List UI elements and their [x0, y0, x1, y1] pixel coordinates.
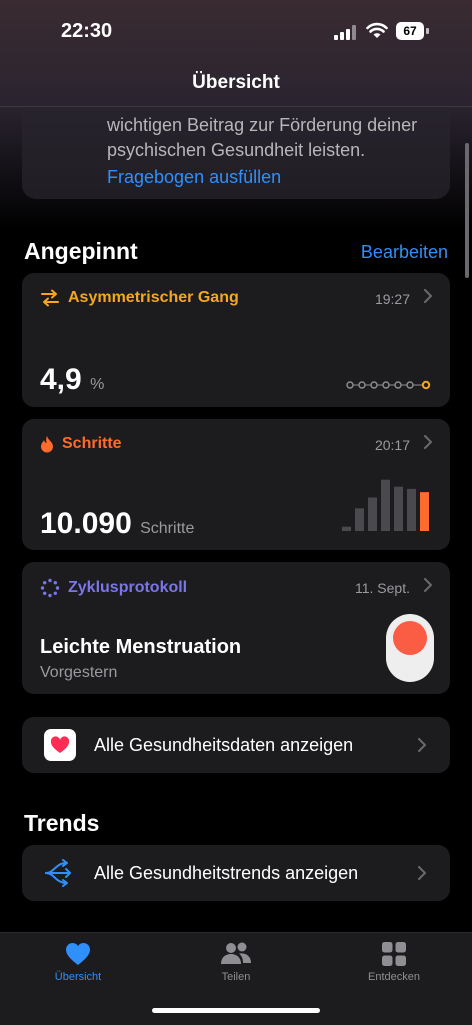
- gait-card-time: 19:27: [374, 291, 410, 307]
- edit-button[interactable]: Bearbeiten: [361, 242, 448, 263]
- steps-bar: [420, 492, 429, 531]
- status-time: 22:30: [61, 20, 113, 42]
- chevron-right-icon: [424, 578, 432, 592]
- gait-arrows-icon: [41, 289, 59, 307]
- status-bar: 22:30 67: [0, 0, 472, 64]
- trends-arrows-icon: [45, 859, 71, 887]
- tab-discover-label: Entdecken: [368, 971, 420, 983]
- heart-icon: [65, 942, 91, 965]
- all-trends-row[interactable]: Alle Gesundheitstrends anzeigen: [22, 845, 450, 901]
- home-indicator: [152, 1008, 320, 1013]
- cycle-card-time: 11. Sept.: [354, 580, 410, 596]
- steps-unit: Schritte: [140, 520, 195, 537]
- people-icon: [221, 942, 251, 964]
- gait-sparkline: [346, 380, 431, 390]
- cycle-tracking-card[interactable]: Zyklusprotokoll 11. Sept. Leichte Menstr…: [22, 562, 450, 694]
- survey-card: wichtigen Beitrag zur Förderung deiner p…: [22, 107, 450, 199]
- grid-icon: [382, 942, 406, 966]
- gait-value: 4,9: [40, 363, 82, 396]
- pinned-heading: Angepinnt: [24, 238, 138, 264]
- chevron-right-icon: [418, 738, 426, 752]
- cycle-subtext: Vorgestern: [40, 664, 118, 681]
- tab-discover[interactable]: Entdecken: [344, 941, 444, 983]
- steps-card[interactable]: Schritte 20:17 10.090 Schritte: [22, 419, 450, 550]
- chevron-right-icon: [424, 435, 432, 449]
- all-trends-label: Alle Gesundheitstrends anzeigen: [94, 863, 359, 883]
- steps-bar: [355, 508, 364, 531]
- steps-value: 10.090: [40, 507, 132, 540]
- fill-questionnaire-link[interactable]: Fragebogen ausfüllen: [107, 167, 281, 188]
- tab-share[interactable]: Teilen: [186, 941, 286, 983]
- cellular-signal-icon: [334, 24, 358, 40]
- all-health-data-label: Alle Gesundheitsdaten anzeigen: [94, 735, 354, 755]
- gait-asymmetry-card[interactable]: Asymmetrischer Gang 19:27 4,9 %: [22, 273, 450, 407]
- tab-overview-label: Übersicht: [54, 971, 102, 983]
- page-title: Übersicht: [192, 72, 280, 93]
- gait-unit: %: [90, 376, 105, 393]
- chevron-right-icon: [418, 866, 426, 880]
- survey-text: wichtigen Beitrag zur Förderung deiner p…: [107, 115, 418, 160]
- cycle-value: Leichte Menstruation: [40, 636, 242, 658]
- all-health-data-row[interactable]: Alle Gesundheitsdaten anzeigen: [22, 717, 450, 773]
- menstruation-indicator: [386, 614, 434, 682]
- steps-card-time: 20:17: [374, 437, 410, 453]
- tab-share-label: Teilen: [221, 971, 251, 983]
- chevron-right-icon: [424, 289, 432, 303]
- steps-bar: [381, 479, 390, 531]
- tab-overview[interactable]: Übersicht: [28, 941, 128, 983]
- battery-icon: 67: [396, 22, 430, 40]
- flame-icon: [41, 436, 53, 453]
- battery-level: 67: [396, 22, 424, 40]
- wifi-icon: [366, 22, 388, 38]
- steps-bar: [394, 486, 403, 531]
- cycle-dots-icon: [40, 578, 60, 598]
- steps-bar-chart: [342, 479, 429, 531]
- steps-card-title: Schritte: [62, 435, 122, 452]
- health-app-icon: [44, 729, 76, 761]
- cycle-card-title: Zyklusprotokoll: [68, 579, 188, 596]
- steps-bar: [342, 526, 351, 531]
- gait-card-title: Asymmetrischer Gang: [68, 289, 239, 306]
- scrollbar[interactable]: [465, 143, 469, 278]
- steps-bar: [368, 497, 377, 531]
- trends-heading: Trends: [24, 810, 100, 836]
- steps-bar: [407, 488, 416, 531]
